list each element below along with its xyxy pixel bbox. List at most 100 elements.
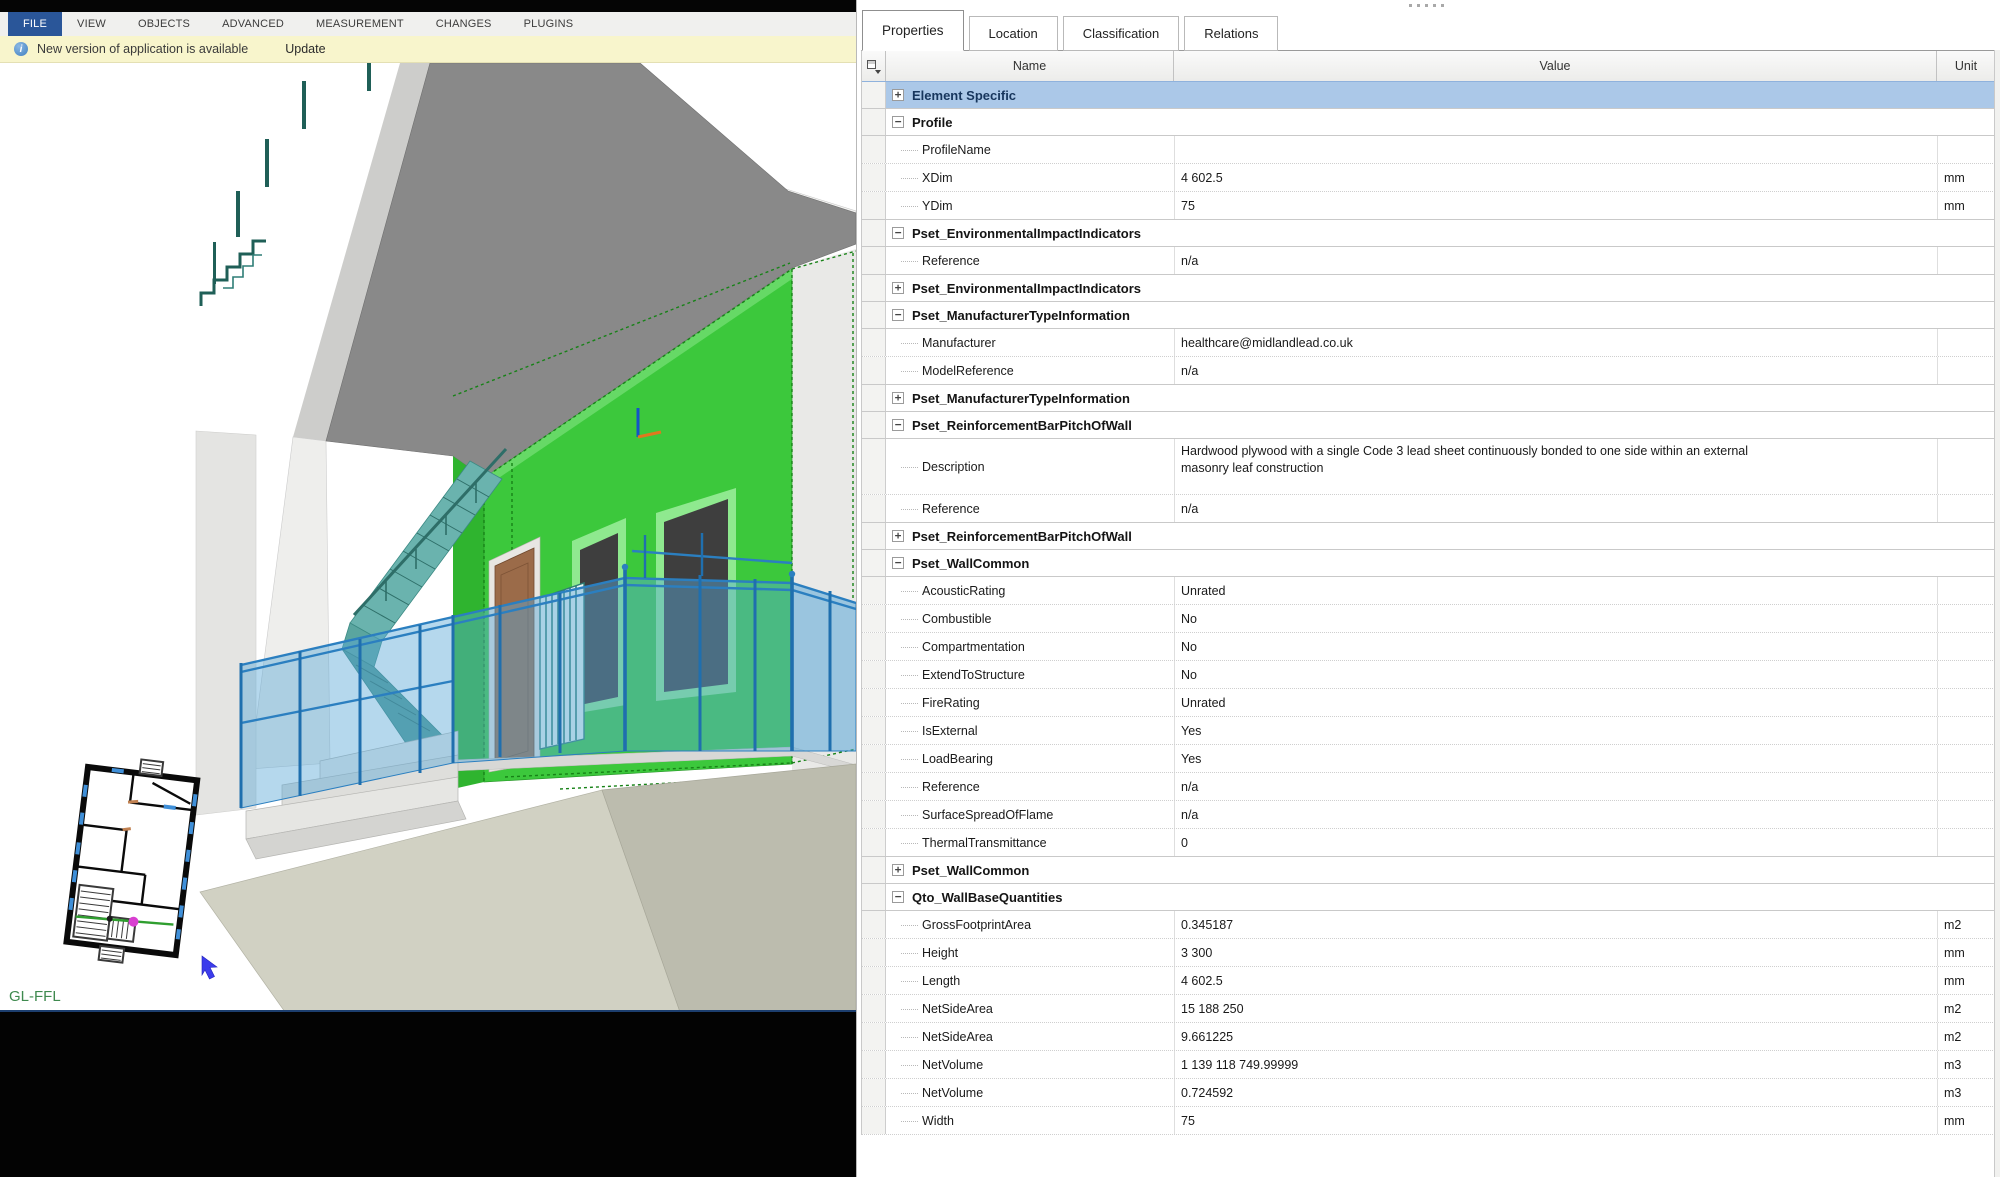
row-selector-cell[interactable] bbox=[862, 247, 886, 274]
panel-drag-handle-icon[interactable] bbox=[1409, 4, 1444, 7]
row-selector-cell[interactable] bbox=[862, 357, 886, 384]
property-row[interactable]: Width75mm bbox=[862, 1107, 1995, 1135]
property-group-row[interactable]: −Qto_WallBaseQuantities bbox=[862, 883, 1995, 911]
column-header-value[interactable]: Value bbox=[1174, 51, 1937, 81]
property-row[interactable]: Referencen/a bbox=[862, 495, 1995, 523]
menu-item-plugins[interactable]: PLUGINS bbox=[521, 12, 577, 36]
menu-item-file[interactable]: FILE bbox=[8, 12, 62, 36]
menu-item-changes[interactable]: CHANGES bbox=[433, 12, 495, 36]
property-row[interactable]: AcousticRatingUnrated bbox=[862, 577, 1995, 605]
collapse-icon[interactable]: − bbox=[892, 557, 904, 569]
property-group-row[interactable]: +Pset_WallCommon bbox=[862, 856, 1995, 884]
collapse-icon[interactable]: − bbox=[892, 116, 904, 128]
property-row[interactable]: NetSideArea9.661225m2 bbox=[862, 1023, 1995, 1051]
property-row[interactable]: XDim4 602.5mm bbox=[862, 164, 1995, 192]
row-selector-cell[interactable] bbox=[862, 192, 886, 219]
property-row[interactable]: NetSideArea15 188 250m2 bbox=[862, 995, 1995, 1023]
property-row[interactable]: LoadBearingYes bbox=[862, 745, 1995, 773]
row-selector-cell[interactable] bbox=[862, 136, 886, 163]
property-group-row[interactable]: −Profile bbox=[862, 108, 1995, 136]
row-selector-cell[interactable] bbox=[862, 967, 886, 994]
tab-location[interactable]: Location bbox=[969, 16, 1058, 51]
column-header-name[interactable]: Name bbox=[886, 51, 1174, 81]
row-selector-cell[interactable] bbox=[862, 275, 886, 301]
row-selector-cell[interactable] bbox=[862, 911, 886, 938]
row-selector-cell[interactable] bbox=[862, 661, 886, 688]
tab-properties[interactable]: Properties bbox=[862, 10, 964, 51]
row-selector-cell[interactable] bbox=[862, 829, 886, 856]
row-selector-cell[interactable] bbox=[862, 82, 886, 108]
collapse-icon[interactable]: − bbox=[892, 419, 904, 431]
expand-icon[interactable]: + bbox=[892, 282, 904, 294]
row-selector-cell[interactable] bbox=[862, 523, 886, 549]
menu-item-view[interactable]: VIEW bbox=[74, 12, 109, 36]
row-selector-cell[interactable] bbox=[862, 1051, 886, 1078]
collapse-icon[interactable]: − bbox=[892, 227, 904, 239]
3d-scene[interactable]: GL-FFL bbox=[0, 63, 856, 1012]
property-row[interactable]: NetVolume1 139 118 749.99999m3 bbox=[862, 1051, 1995, 1079]
row-selector-cell[interactable] bbox=[862, 550, 886, 576]
row-selector-cell[interactable] bbox=[862, 605, 886, 632]
row-selector-cell[interactable] bbox=[862, 801, 886, 828]
row-selector-cell[interactable] bbox=[862, 412, 886, 438]
property-row[interactable]: NetVolume0.724592m3 bbox=[862, 1079, 1995, 1107]
row-selector-cell[interactable] bbox=[862, 329, 886, 356]
property-group-row[interactable]: −Pset_WallCommon bbox=[862, 549, 1995, 577]
tab-relations[interactable]: Relations bbox=[1184, 16, 1278, 51]
property-row[interactable]: CombustibleNo bbox=[862, 605, 1995, 633]
property-row[interactable]: FireRatingUnrated bbox=[862, 689, 1995, 717]
row-selector-cell[interactable] bbox=[862, 884, 886, 910]
property-row[interactable]: ThermalTransmittance0 bbox=[862, 829, 1995, 857]
property-group-row[interactable]: −Pset_ManufacturerTypeInformation bbox=[862, 301, 1995, 329]
property-row[interactable]: DescriptionHardwood plywood with a singl… bbox=[862, 439, 1995, 495]
row-selector-cell[interactable] bbox=[862, 439, 886, 494]
row-selector-cell[interactable] bbox=[862, 577, 886, 604]
property-row[interactable]: Referencen/a bbox=[862, 247, 1995, 275]
column-header-unit[interactable]: Unit bbox=[1937, 51, 1995, 81]
row-selector-cell[interactable] bbox=[862, 773, 886, 800]
row-selector-cell[interactable] bbox=[862, 857, 886, 883]
row-selector-cell[interactable] bbox=[862, 1107, 886, 1134]
property-row[interactable]: ExtendToStructureNo bbox=[862, 661, 1995, 689]
expand-icon[interactable]: + bbox=[892, 530, 904, 542]
expand-icon[interactable]: + bbox=[892, 392, 904, 404]
row-selector-cell[interactable] bbox=[862, 717, 886, 744]
floor-plan[interactable] bbox=[65, 753, 199, 969]
row-selector-cell[interactable] bbox=[862, 164, 886, 191]
property-row[interactable]: IsExternalYes bbox=[862, 717, 1995, 745]
update-button[interactable]: Update bbox=[285, 42, 325, 56]
menu-item-objects[interactable]: OBJECTS bbox=[135, 12, 193, 36]
menu-item-measurement[interactable]: MEASUREMENT bbox=[313, 12, 407, 36]
property-row[interactable]: Referencen/a bbox=[862, 773, 1995, 801]
property-row[interactable]: ProfileName bbox=[862, 136, 1995, 164]
collapse-icon[interactable]: − bbox=[892, 309, 904, 321]
property-row[interactable]: ModelReferencen/a bbox=[862, 357, 1995, 385]
row-selector-cell[interactable] bbox=[862, 220, 886, 246]
row-selector-cell[interactable] bbox=[862, 1023, 886, 1050]
expand-icon[interactable]: + bbox=[892, 864, 904, 876]
row-selector-cell[interactable] bbox=[862, 689, 886, 716]
row-selector-cell[interactable] bbox=[862, 745, 886, 772]
row-selector-cell[interactable] bbox=[862, 385, 886, 411]
property-row[interactable]: GrossFootprintArea0.345187m2 bbox=[862, 911, 1995, 939]
collapse-icon[interactable]: − bbox=[892, 891, 904, 903]
row-selector-cell[interactable] bbox=[862, 995, 886, 1022]
menu-item-advanced[interactable]: ADVANCED bbox=[219, 12, 287, 36]
row-selector-cell[interactable] bbox=[862, 633, 886, 660]
property-group-row[interactable]: +Pset_ManufacturerTypeInformation bbox=[862, 384, 1995, 412]
property-group-row[interactable]: −Pset_EnvironmentalImpactIndicators bbox=[862, 219, 1995, 247]
property-row[interactable]: SurfaceSpreadOfFlamen/a bbox=[862, 801, 1995, 829]
property-row[interactable]: CompartmentationNo bbox=[862, 633, 1995, 661]
property-group-row[interactable]: +Pset_ReinforcementBarPitchOfWall bbox=[862, 522, 1995, 550]
property-row[interactable]: Height3 300mm bbox=[862, 939, 1995, 967]
model-viewport[interactable]: FILE VIEW OBJECTS ADVANCED MEASUREMENT CHANGE… bbox=[0, 0, 856, 1177]
row-selector-cell[interactable] bbox=[862, 109, 886, 135]
row-selector-cell[interactable] bbox=[862, 495, 886, 522]
row-selector-cell[interactable] bbox=[862, 1079, 886, 1106]
tab-classification[interactable]: Classification bbox=[1063, 16, 1180, 51]
property-group-row[interactable]: −Pset_ReinforcementBarPitchOfWall bbox=[862, 411, 1995, 439]
property-group-row[interactable]: +Element Specific bbox=[862, 81, 1995, 109]
property-group-row[interactable]: +Pset_EnvironmentalImpactIndicators bbox=[862, 274, 1995, 302]
column-chooser-button[interactable] bbox=[862, 51, 886, 81]
expand-icon[interactable]: + bbox=[892, 89, 904, 101]
